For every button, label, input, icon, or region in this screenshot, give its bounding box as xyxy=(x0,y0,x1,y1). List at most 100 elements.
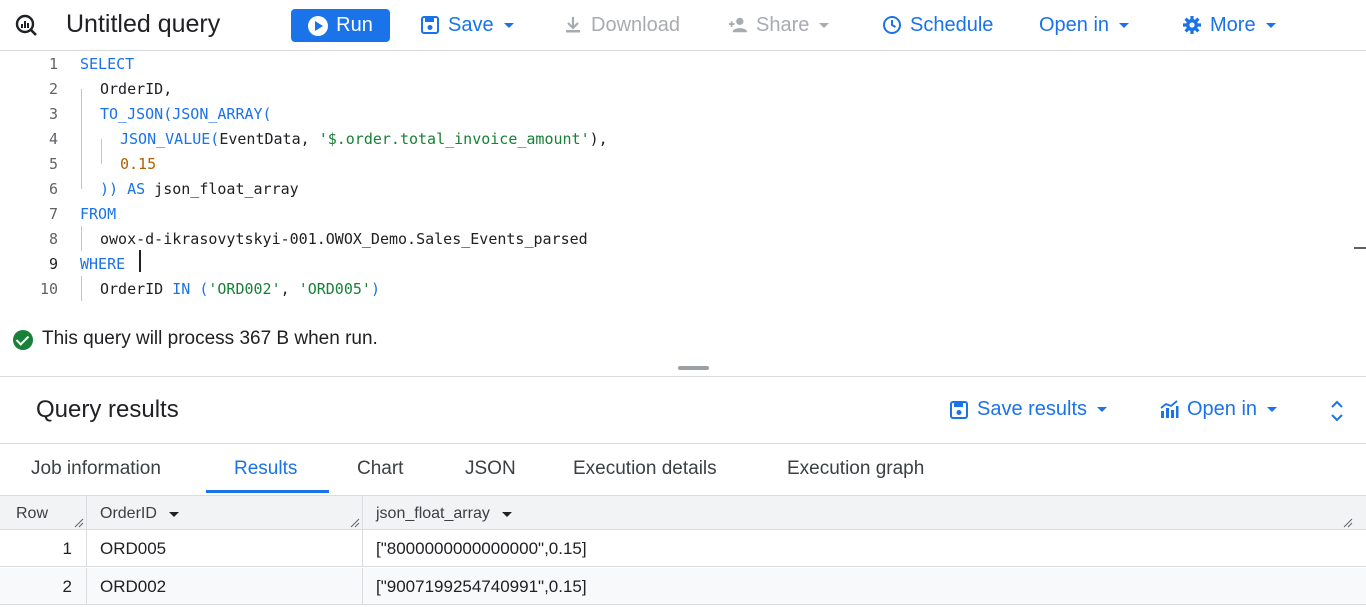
chevron-down-icon xyxy=(819,22,830,28)
column-divider xyxy=(86,530,87,567)
save-button[interactable]: Save xyxy=(420,12,514,38)
expand-collapse-icon[interactable] xyxy=(1327,398,1347,424)
table-row[interactable]: 1 ORD005 ["8000000000000000",0.15] xyxy=(0,530,1366,567)
sql-editor[interactable]: 1 SELECT 2 OrderID, 3 TO_JSON(JSON_ARRAY… xyxy=(0,51,1366,320)
code-text: OrderID IN ('ORD002', 'ORD005') xyxy=(100,280,380,298)
save-label: Save xyxy=(448,13,494,36)
code-line: 6 )) AS json_float_array xyxy=(0,176,1350,201)
code-line: 9 WHERE xyxy=(0,251,1350,276)
column-header-json-float-array[interactable]: json_float_array xyxy=(376,505,512,523)
string-literal: '$.order.total_invoice_amount' xyxy=(318,129,590,148)
chevron-down-icon xyxy=(1097,407,1108,412)
panel-resize-handle[interactable] xyxy=(678,366,709,370)
code-text: TO_JSON(JSON_ARRAY( xyxy=(100,104,272,123)
divider xyxy=(0,443,1366,444)
column-divider xyxy=(362,496,363,531)
chevron-down-icon xyxy=(1267,407,1278,412)
code-text: SELECT xyxy=(80,55,134,73)
column-label: json_float_array xyxy=(376,505,490,522)
tab-execution-details[interactable]: Execution details xyxy=(573,458,717,480)
schedule-label: Schedule xyxy=(910,13,994,36)
results-title: Query results xyxy=(36,396,179,423)
scrollbar-marker[interactable] xyxy=(1354,247,1366,249)
chevron-down-icon xyxy=(503,22,514,28)
line-number: 5 xyxy=(48,154,58,173)
code-line: 4 JSON_VALUE(EventData, '$.order.total_i… xyxy=(0,126,1350,151)
download-label: Download xyxy=(591,13,680,36)
status-message: This query will process 367 B when run. xyxy=(42,328,378,349)
line-number: 2 xyxy=(48,79,58,98)
table-identifier: owox-d-ikrasovytskyi-001.OWOX_Demo.Sales… xyxy=(100,229,588,248)
query-title[interactable]: Untitled query xyxy=(66,10,220,39)
column-resize-icon[interactable] xyxy=(350,518,360,528)
sort-dropdown-icon[interactable] xyxy=(501,511,512,517)
divider xyxy=(0,376,1366,377)
code-line: 2 OrderID, xyxy=(0,76,1350,101)
line-number: 4 xyxy=(48,129,58,148)
column-header-orderid[interactable]: OrderID xyxy=(100,505,179,523)
column-label: Row xyxy=(16,505,49,522)
row-number: 1 xyxy=(62,539,72,558)
code-line: 8 owox-d-ikrasovytskyi-001.OWOX_Demo.Sal… xyxy=(0,226,1350,251)
open-in-button[interactable]: Open in xyxy=(1039,12,1130,38)
code-text: )) AS json_float_array xyxy=(100,180,299,198)
sort-dropdown-icon[interactable] xyxy=(168,511,179,517)
cell-json-float-array: ["9007199254740991",0.15] xyxy=(376,577,587,596)
string-literal: 'ORD002' xyxy=(208,279,281,298)
open-in-label: Open in xyxy=(1039,13,1110,36)
active-tab-indicator xyxy=(206,490,329,493)
cell-orderid: ORD005 xyxy=(100,539,167,558)
query-toolbar: Untitled query Run Save Download Share S… xyxy=(0,0,1366,51)
tab-results[interactable]: Results xyxy=(234,458,297,480)
tab-job-information[interactable]: Job information xyxy=(31,458,161,480)
save-results-label: Save results xyxy=(977,398,1088,420)
keyword: WHERE xyxy=(80,254,126,273)
tab-execution-graph[interactable]: Execution graph xyxy=(787,458,924,480)
punctuation: , xyxy=(280,279,299,298)
line-number: 3 xyxy=(48,104,58,123)
chevron-down-icon xyxy=(1119,22,1130,28)
cell-json-float-array: ["8000000000000000",0.15] xyxy=(376,539,587,558)
run-button[interactable]: Run xyxy=(291,9,390,42)
function-name: JSON_VALUE( xyxy=(120,129,220,148)
chart-icon xyxy=(1160,399,1179,418)
line-number: 10 xyxy=(39,279,58,298)
column-divider xyxy=(86,496,87,531)
share-label: Share xyxy=(756,13,810,36)
query-icon xyxy=(15,14,37,36)
download-button[interactable]: Download xyxy=(563,12,680,38)
number-literal: 0.15 xyxy=(120,154,157,173)
code-line: 5 0.15 xyxy=(0,151,1350,176)
punctuation: ) xyxy=(370,279,380,298)
more-button[interactable]: More xyxy=(1182,12,1276,38)
clock-icon xyxy=(883,16,901,34)
results-open-in-label: Open in xyxy=(1187,398,1258,420)
code-line: 3 TO_JSON(JSON_ARRAY( xyxy=(0,101,1350,126)
keyword: AS xyxy=(118,179,146,198)
keyword: IN ( xyxy=(172,279,209,298)
column-header-row: Row xyxy=(16,505,48,523)
chevron-down-icon xyxy=(1265,22,1276,28)
share-button[interactable]: Share xyxy=(728,12,830,38)
column-resize-icon[interactable] xyxy=(1343,518,1353,528)
column-label: OrderID xyxy=(100,505,157,522)
validator-status: This query will process 367 B when run. xyxy=(0,320,1366,358)
add-person-icon xyxy=(728,17,748,33)
identifier: OrderID xyxy=(100,279,173,298)
line-number: 9 xyxy=(48,254,58,273)
column-divider xyxy=(86,568,87,605)
column-divider xyxy=(362,530,363,567)
save-icon xyxy=(421,16,439,34)
identifier: EventData, xyxy=(219,129,319,148)
tab-chart[interactable]: Chart xyxy=(357,458,403,480)
schedule-button[interactable]: Schedule xyxy=(882,12,993,38)
results-open-in-button[interactable]: Open in xyxy=(1159,398,1278,421)
save-results-button[interactable]: Save results xyxy=(949,398,1108,421)
run-label: Run xyxy=(336,14,373,36)
keyword: FROM xyxy=(80,204,117,223)
code-line: 1 SELECT xyxy=(0,51,1350,76)
save-icon xyxy=(950,400,968,419)
table-row[interactable]: 2 ORD002 ["9007199254740991",0.15] xyxy=(0,568,1366,605)
column-resize-icon[interactable] xyxy=(74,518,84,528)
tab-json[interactable]: JSON xyxy=(465,458,516,480)
